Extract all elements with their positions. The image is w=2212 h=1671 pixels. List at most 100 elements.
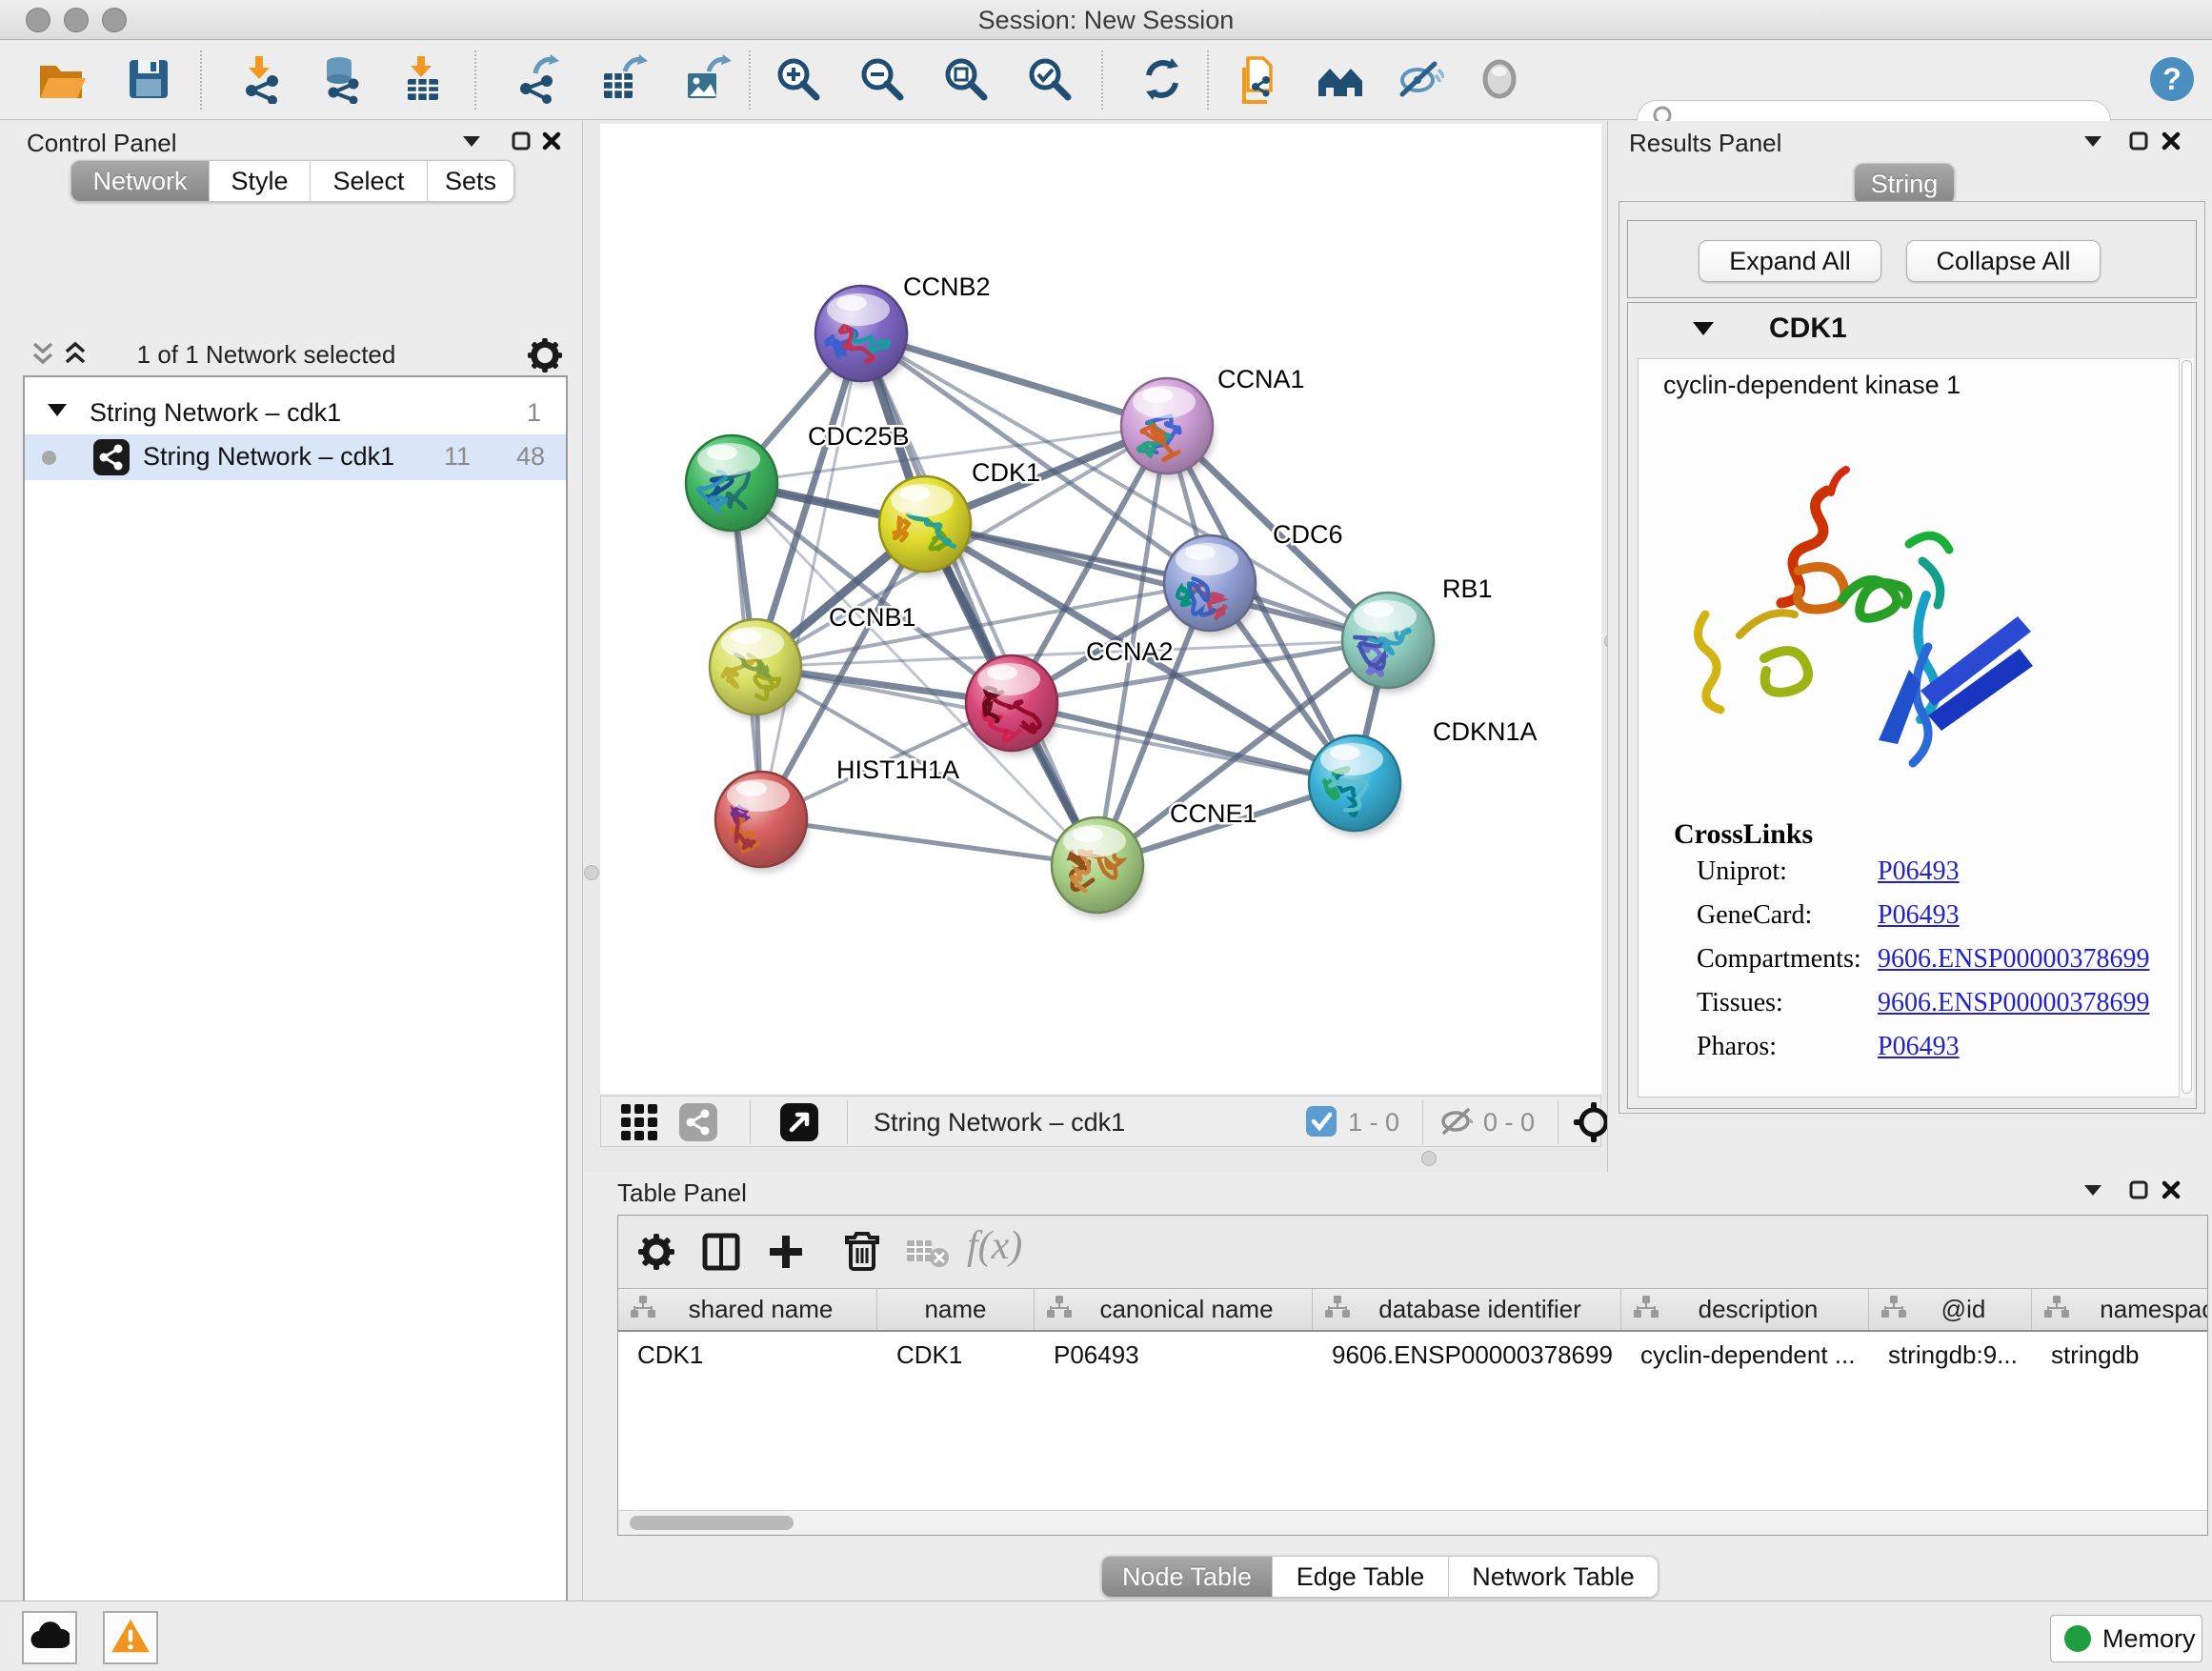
delete-column-trash-icon[interactable] [839,1229,885,1275]
network-row-selected[interactable]: String Network – cdk1 11 48 [25,434,566,480]
export-network-button[interactable] [511,54,564,108]
tab-node-table[interactable]: Node Table [1101,1556,1273,1598]
results-panel-maximize-button[interactable] [2124,127,2153,155]
tab-select[interactable]: Select [311,160,428,202]
crosslink-compartments-link[interactable]: 9606.ENSP00000378699 [1878,944,2149,975]
first-neighbors-button[interactable] [1313,54,1366,108]
crosslink-tissues-link[interactable]: 9606.ENSP00000378699 [1878,988,2149,1018]
crosslink-label: Pharos: [1697,1032,1777,1062]
column-header-namespace[interactable]: namespace [2032,1289,2207,1330]
network-node-rb1[interactable]: RB1 [1342,574,1493,693]
table-row[interactable]: CDK1 CDK1 P06493 9606.ENSP00000378699 cy… [618,1334,2207,1376]
control-panel-float-button[interactable] [457,127,486,155]
cell-description[interactable]: cyclin-dependent ... [1621,1334,1869,1376]
network-node-ccne1[interactable]: CCNE1 [1052,799,1257,917]
string-network-icon [93,439,130,475]
refresh-layout-button[interactable] [1136,54,1189,108]
network-canvas[interactable]: CCNB2CCNA1CDC25BCDK1CDC6RB1CCNB1CCNA2CDK… [600,124,1601,1094]
hide-selected-button[interactable] [1393,54,1446,108]
table-panel-maximize-button[interactable] [2124,1176,2153,1204]
network-node-hist1h1a[interactable]: HIST1H1A [715,755,959,872]
column-header-shared-name[interactable]: shared name [618,1289,877,1330]
column-header-id[interactable]: @id [1869,1289,2032,1330]
crosslink-pharos-link[interactable]: P06493 [1878,1032,1960,1062]
network-node-cdkn1a[interactable]: CDKN1A [1309,717,1538,836]
network-node-cdc25b[interactable]: CDC25B [686,422,910,535]
results-scrollbar[interactable] [2179,358,2194,1097]
selected-checkbox-icon[interactable] [1306,1106,1337,1141]
network-graph[interactable]: CCNB2CCNA1CDC25BCDK1CDC6RB1CCNB1CCNA2CDK… [600,124,1601,1094]
scrollbar-thumb[interactable] [630,1516,794,1530]
bottom-splitter-grip[interactable] [1421,1151,1437,1166]
results-panel-close-icon[interactable] [2157,127,2185,155]
zoom-in-button[interactable] [772,54,825,108]
results-panel-float-button[interactable] [2079,127,2107,155]
import-network-file-button[interactable] [236,54,290,108]
export-table-button[interactable] [596,54,650,108]
show-columns-icon[interactable] [698,1229,744,1275]
tab-sets[interactable]: Sets [428,160,514,202]
import-network-database-button[interactable] [316,54,370,108]
left-splitter-grip[interactable] [584,865,599,880]
network-node-ccna2[interactable]: CCNA2 [966,637,1174,755]
column-header-database-identifier[interactable]: database identifier [1313,1289,1621,1330]
save-session-button[interactable] [122,54,175,108]
zoom-in-icon [774,54,823,109]
import-table-file-button[interactable] [396,54,450,108]
node-label-cdk1: CDK1 [972,458,1040,487]
cell-canonical-name[interactable]: P06493 [1035,1334,1313,1376]
string-view-icon[interactable] [679,1103,717,1146]
zoom-out-icon [857,54,907,109]
network-node-ccna1[interactable]: CCNA1 [1121,365,1305,478]
open-in-new-window-icon[interactable] [780,1103,818,1146]
cell-namespace[interactable]: stringdb [2032,1334,2207,1376]
tab-style[interactable]: Style [210,160,311,202]
tab-string[interactable]: String [1854,163,1955,205]
cell-database-identifier[interactable]: 9606.ENSP00000378699 [1313,1334,1621,1376]
memory-status-dot [2064,1625,2091,1652]
tab-network[interactable]: Network [70,160,210,202]
cloud-status-button[interactable] [22,1611,77,1664]
expand-all-button[interactable]: Expand All [1699,240,1881,282]
table-panel-close-icon[interactable] [2157,1176,2185,1204]
gene-collapse-caret-icon[interactable] [1693,322,1714,341]
add-column-icon[interactable] [763,1229,809,1275]
warnings-button[interactable] [103,1611,158,1664]
column-header-description[interactable]: description [1621,1289,1869,1330]
network-selection-summary: 1 of 1 Network selected [23,340,510,370]
export-image-icon [682,54,732,109]
table-horizontal-scrollbar[interactable] [618,1510,2207,1535]
column-header-name[interactable]: name [877,1289,1035,1330]
collection-expand-caret-icon[interactable] [48,404,67,422]
network-collection-row[interactable]: String Network – cdk1 1 [25,391,566,433]
control-panel-maximize-button[interactable] [507,127,535,155]
cell-shared-name[interactable]: CDK1 [618,1334,877,1376]
zoom-out-button[interactable] [855,54,909,108]
duplicate-network-button[interactable] [1233,54,1286,108]
cell-name[interactable]: CDK1 [877,1334,1035,1376]
memory-button[interactable]: Memory [2050,1615,2202,1662]
collapse-all-button[interactable]: Collapse All [1906,240,2101,282]
gene-section-header[interactable]: CDK1 [1628,303,2196,358]
crosslink-genecard-link[interactable]: P06493 [1878,900,1960,931]
network-node-ccnb2[interactable]: CCNB2 [815,272,991,386]
grid-view-icon[interactable] [620,1103,658,1146]
tab-edge-table[interactable]: Edge Table [1273,1556,1449,1598]
open-session-button[interactable] [34,54,88,108]
table-panel-float-button[interactable] [2079,1176,2107,1204]
cell-id[interactable]: stringdb:9... [1869,1334,2032,1376]
control-panel-close-icon[interactable] [537,127,566,155]
zoom-selected-button[interactable] [1023,54,1076,108]
column-header-canonical-name[interactable]: canonical name [1035,1289,1313,1330]
crosslink-uniprot-link[interactable]: P06493 [1878,856,1960,887]
zoom-fit-button[interactable] [939,54,993,108]
export-image-button[interactable] [680,54,734,108]
current-network-title: String Network – cdk1 [874,1108,1125,1137]
show-all-button[interactable] [1473,54,1526,108]
tab-network-table[interactable]: Network Table [1449,1556,1659,1598]
table-settings-gear-icon[interactable] [633,1229,679,1275]
help-button[interactable]: ? [2145,54,2199,108]
control-panel-title: Control Panel [27,129,177,158]
network-node-cdk1[interactable]: CDK1 [879,458,1040,576]
network-options-gear-icon[interactable] [527,337,563,378]
